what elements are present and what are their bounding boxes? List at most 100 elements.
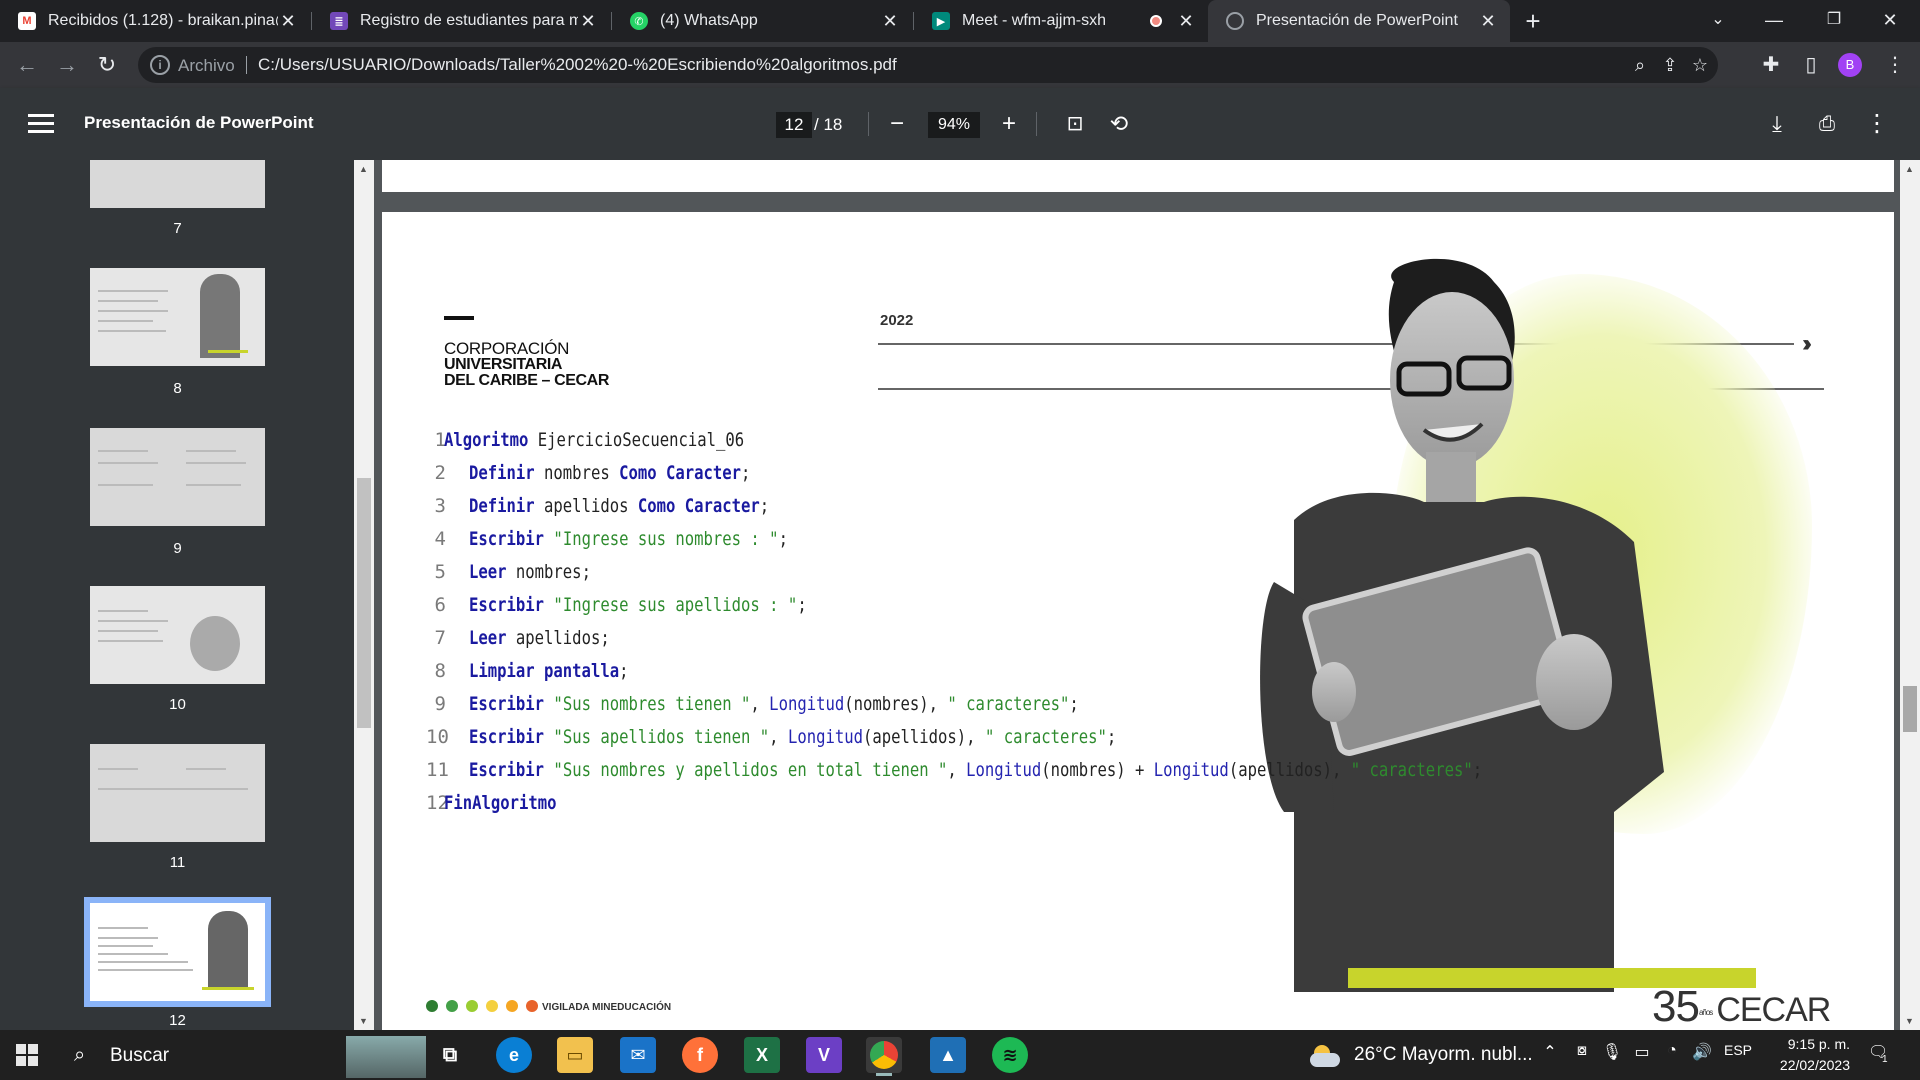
tab-forms[interactable]: ≣ Registro de estudiantes para mor ✕ [312,0,610,42]
volume-icon[interactable]: 🔊 [1690,1042,1714,1062]
scroll-up-icon[interactable]: ▲ [1905,164,1914,174]
close-tab-icon[interactable]: ✕ [880,11,900,32]
document-title: Presentación de PowerPoint [84,113,314,132]
address-bar[interactable]: i Archivo C:/Users/USUARIO/Downloads/Tal… [138,47,1718,83]
tab-meet[interactable]: ▶ Meet - wfm-ajjm-sxh ✕ [914,0,1208,42]
side-panel-icon[interactable]: ▯ [1796,50,1826,80]
chrome-icon[interactable] [866,1037,902,1076]
profile-avatar[interactable]: B [1838,53,1862,77]
thumbnail-page-12[interactable] [84,897,271,1007]
zoom-in-button[interactable]: + [994,110,1024,140]
info-icon[interactable]: i [150,55,170,75]
search-label: Buscar [110,1045,170,1066]
page-number-input[interactable]: 12 [776,112,812,138]
show-hidden-icons-chevron[interactable]: ⌃ [1538,1042,1562,1062]
code-token: "Sus apellidos tienen " [553,726,770,748]
rotate-icon[interactable]: ⟲ [1104,110,1134,140]
close-tab-icon[interactable]: ✕ [278,11,298,32]
divider [1036,112,1037,136]
more-options-icon[interactable]: ⋮ [1862,110,1892,140]
thumbnail-page-9[interactable] [90,428,265,526]
viewer-scrollbar[interactable]: ▲ ▼ [1900,160,1920,1030]
code-line: Leer nombres; [469,556,591,588]
mail-icon[interactable]: ✉ [620,1037,656,1073]
code-line-number: 7 [434,627,446,649]
tab-powerpoint[interactable]: Presentación de PowerPoint ✕ [1208,0,1510,42]
language-indicator[interactable]: ESP [1720,1042,1756,1058]
tab-search-chevron-icon[interactable]: ⌄ [1690,0,1746,42]
student-photo [1260,258,1664,992]
code-token: "Ingrese sus apellidos : " [553,594,798,616]
microphone-icon[interactable]: 🎙 [1600,1042,1624,1062]
visual-studio-icon[interactable]: V [806,1037,842,1073]
weather-text: 26°C Mayorm. nubl... [1354,1044,1533,1065]
task-view-icon[interactable]: ⧉ [432,1037,468,1073]
new-tab-button[interactable]: + [1518,6,1548,36]
thumbnail-page-11[interactable] [90,744,265,842]
sidebar-menu-icon[interactable] [28,114,54,134]
excel-icon[interactable]: X [744,1037,780,1073]
thumbnail-page-7[interactable] [90,160,265,208]
bookmark-star-icon[interactable]: ☆ [1688,55,1712,76]
taskbar-search[interactable]: ⌕ Buscar [64,1034,426,1078]
footer-dot [426,1000,438,1012]
code-line-number: 8 [434,660,446,682]
scrollbar-thumb[interactable] [1903,686,1917,732]
weather-widget[interactable]: 26°C Mayorm. nubl... [1308,1030,1533,1080]
photos-icon[interactable]: ▲ [930,1037,966,1073]
windows-start-icon[interactable] [16,1044,38,1066]
browser-menu-icon[interactable]: ⋮ [1880,50,1910,80]
close-tab-icon[interactable]: ✕ [1176,11,1196,32]
wifi-icon[interactable]: ◔ [1660,1042,1684,1060]
code-token: nombres [534,462,620,484]
scroll-down-icon[interactable]: ▼ [359,1016,368,1026]
footer-dot [506,1000,518,1012]
previous-page [382,160,1894,192]
fit-page-icon[interactable]: ⊡ [1060,110,1090,140]
zoom-input[interactable]: 94% [928,112,980,138]
gmail-icon: M [18,12,36,30]
logo-line: UNIVERSITARIA [444,356,563,373]
thumbnail-label: 9 [173,540,182,557]
meet-now-icon[interactable]: ⧇ [1570,1042,1594,1060]
extensions-icon[interactable]: ✚ [1756,50,1786,80]
code-token: Longitud [769,693,845,715]
sidebar-scrollbar[interactable]: ▲ ▼ [354,160,374,1030]
share-icon[interactable]: ⇪ [1658,55,1682,76]
battery-icon[interactable]: ▭ [1630,1042,1654,1062]
tab-whatsapp[interactable]: ✆ (4) WhatsApp ✕ [612,0,912,42]
spotify-icon[interactable]: ≋ [992,1037,1028,1073]
close-window-button[interactable]: ✕ [1862,0,1918,42]
print-icon[interactable]: ⎙ [1812,110,1842,140]
code-token: , [769,726,788,748]
download-icon[interactable]: ⤓ [1762,110,1792,140]
code-token: EjercicioSecuencial_06 [528,429,745,451]
edge-icon[interactable]: e [496,1037,532,1073]
restore-button[interactable]: ❐ [1806,0,1862,42]
footer-dot [446,1000,458,1012]
notification-center-icon[interactable]: 🗨 1 [1868,1042,1894,1068]
scroll-down-icon[interactable]: ▼ [1905,1016,1914,1026]
thumbnail-page-8[interactable] [90,268,265,366]
code-line: Escribir "Sus nombres tienen ", Longitud… [469,688,1079,720]
reload-button[interactable]: ↻ [92,50,122,80]
close-tab-icon[interactable]: ✕ [578,11,598,32]
back-button[interactable]: ← [12,50,42,80]
scrollbar-thumb[interactable] [357,478,371,728]
forward-button[interactable]: → [52,50,82,80]
zoom-icon[interactable]: ⌕ [1628,55,1652,76]
zoom-out-button[interactable]: − [882,110,912,140]
thumbnail-page-10[interactable] [90,586,265,684]
code-line: FinAlgoritmo [444,787,557,819]
firefox-icon[interactable]: f [682,1037,718,1073]
tab-gmail[interactable]: M Recibidos (1.128) - braikan.pina@ ✕ [0,0,310,42]
minimize-button[interactable]: — [1746,0,1802,42]
code-token: Definir [469,495,535,517]
url-text[interactable]: C:/Users/USUARIO/Downloads/Taller%2002%2… [258,55,897,75]
file-explorer-icon[interactable]: ▭ [557,1037,593,1073]
close-tab-icon[interactable]: ✕ [1478,11,1498,32]
scroll-up-icon[interactable]: ▲ [359,164,368,174]
footer-dot [466,1000,478,1012]
clock[interactable]: 9:15 p. m. 22/02/2023 [1770,1034,1850,1076]
